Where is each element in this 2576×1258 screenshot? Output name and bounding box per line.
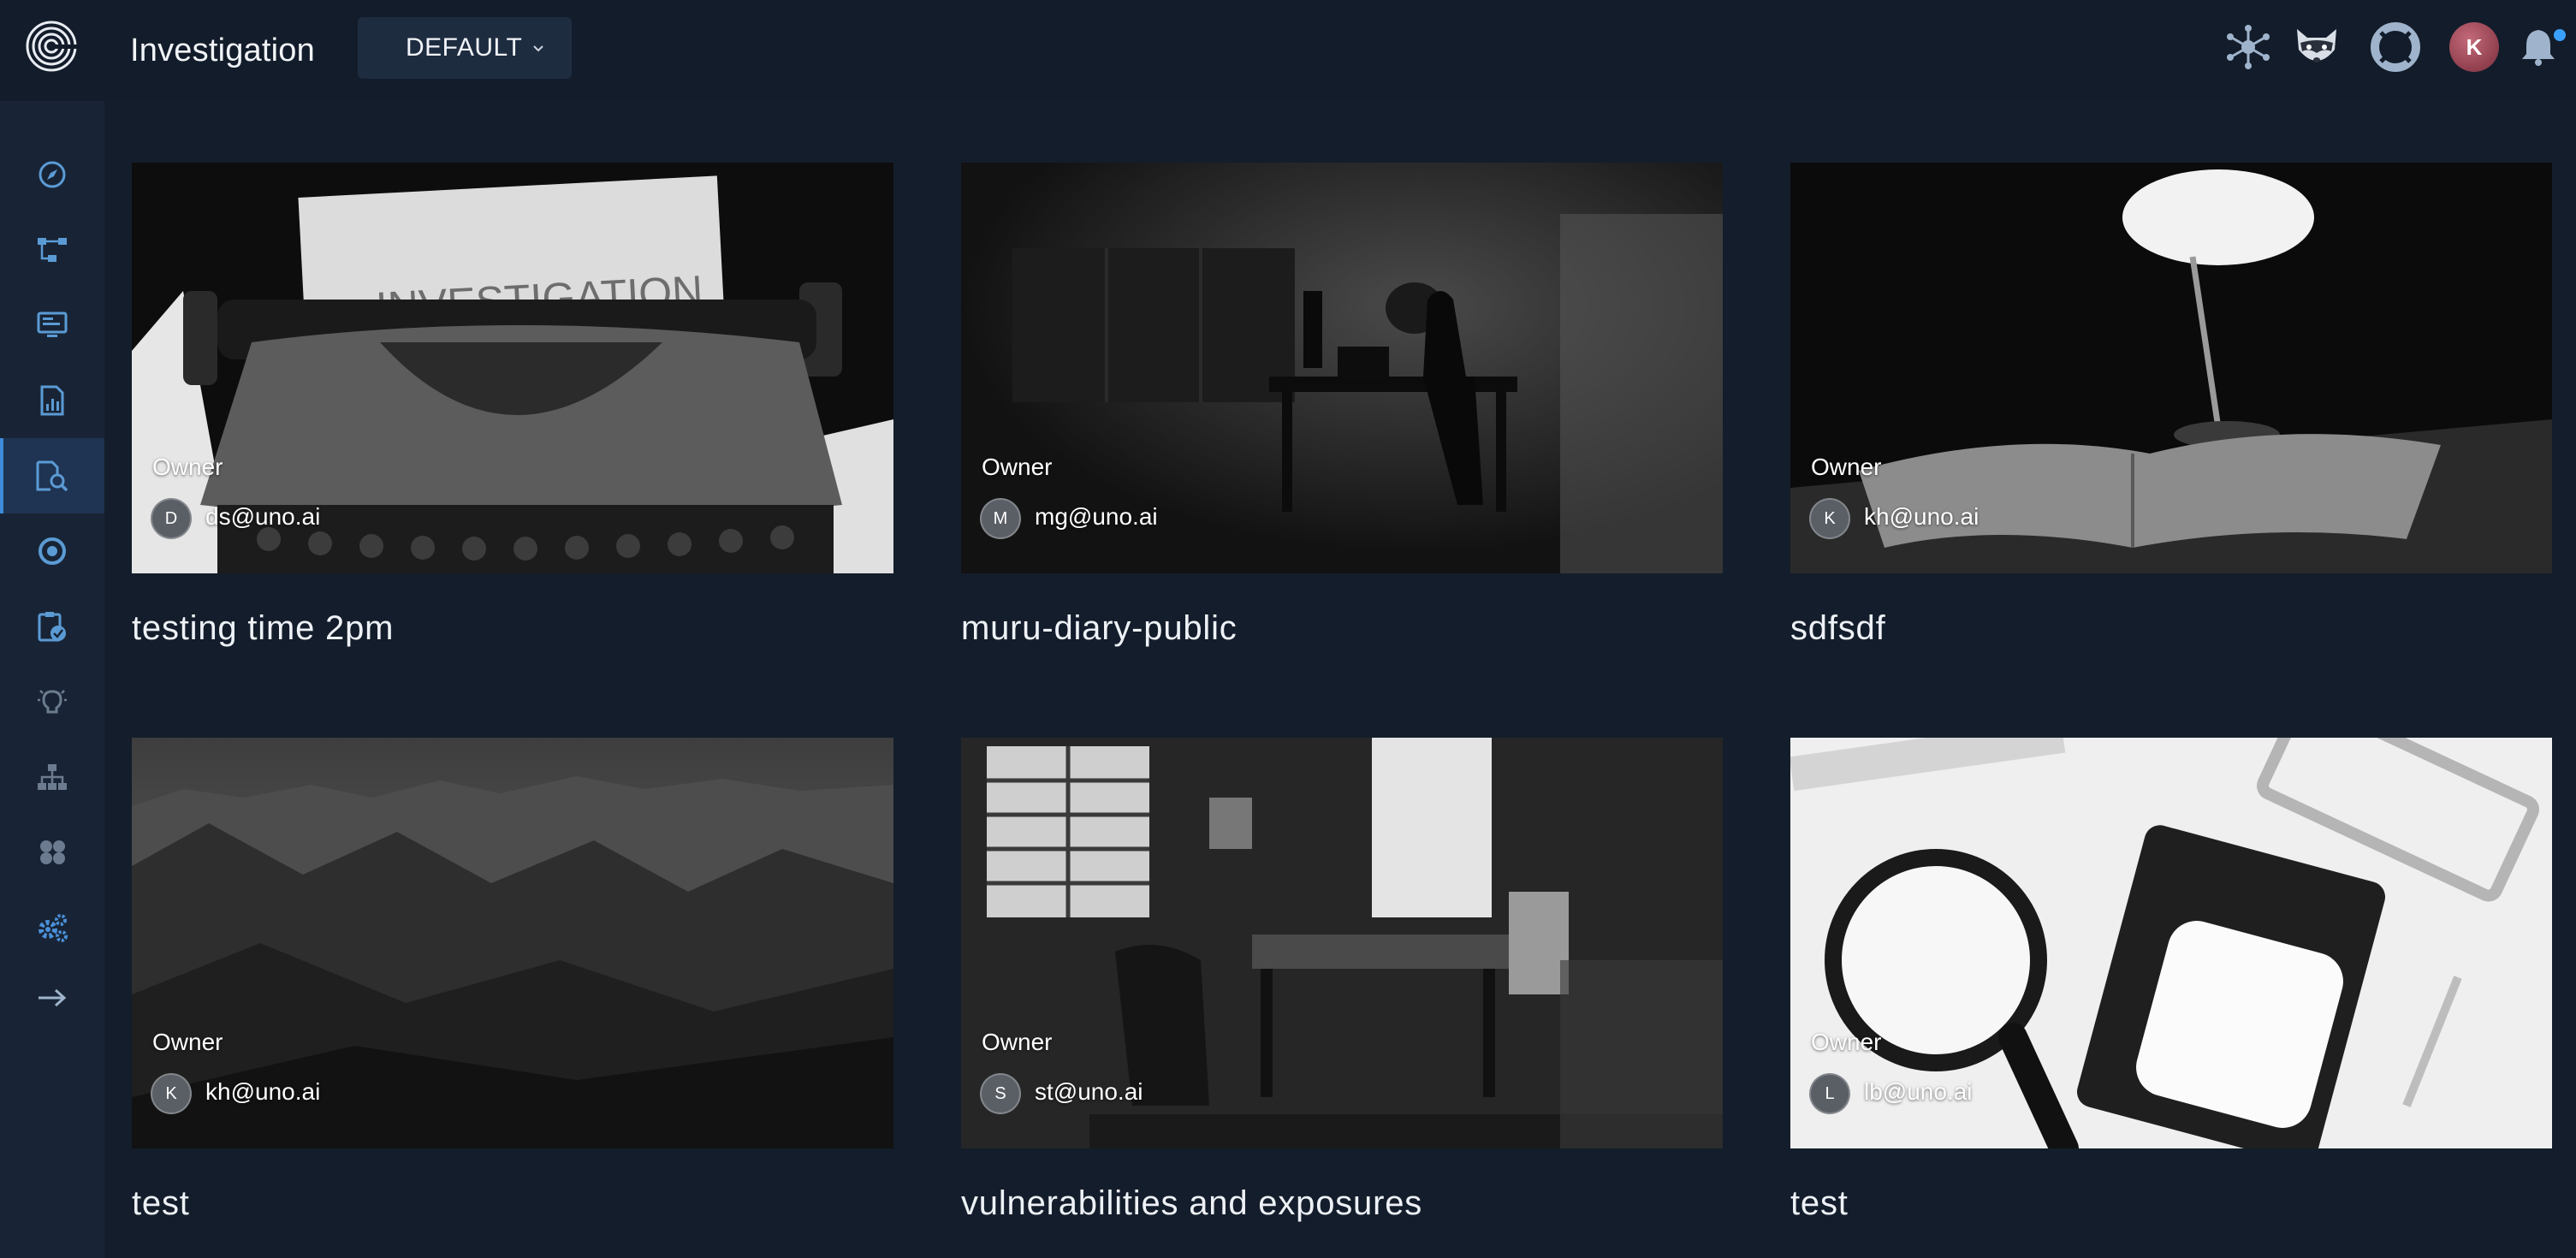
graph-network-icon[interactable] <box>2222 21 2275 74</box>
sidebar <box>0 101 104 1258</box>
owner-email: mg@uno.ai <box>1035 503 1158 530</box>
owner-avatar: K <box>151 1073 192 1114</box>
owner-label: Owner <box>152 454 223 480</box>
workspace-select[interactable]: DEFAULT <box>358 17 572 79</box>
notification-badge <box>2554 29 2566 41</box>
investigation-card[interactable]: Owner S st@uno.ai <box>961 738 1723 1148</box>
expand-arrow-icon <box>39 988 67 1007</box>
card-title[interactable]: test <box>1790 1184 1849 1223</box>
owner-label: Owner <box>982 1029 1053 1055</box>
sidebar-item-monitor[interactable] <box>0 288 104 363</box>
hierarchy-icon <box>38 764 67 790</box>
sidebar-item-tasks[interactable] <box>0 589 104 664</box>
chevron-down-icon <box>533 45 543 52</box>
monitor-icon <box>37 312 68 337</box>
card-title[interactable]: test <box>132 1184 190 1223</box>
owner-email: st@uno.ai <box>1035 1078 1143 1105</box>
investigation-icon <box>36 460 68 491</box>
investigation-card[interactable]: Owner M mg@uno.ai <box>961 163 1723 573</box>
compass-icon <box>39 161 66 188</box>
investigation-card[interactable]: Owner K kh@uno.ai <box>1790 163 2552 573</box>
top-header: Investigation DEFAULT K <box>0 0 2576 101</box>
owner-label: Owner <box>152 1029 223 1055</box>
owner-label: Owner <box>1811 454 1882 480</box>
investigation-card[interactable]: Owner L lb@uno.ai <box>1790 738 2552 1148</box>
raccoon-mascot-icon[interactable] <box>2290 21 2343 74</box>
owner-avatar: K <box>1809 498 1850 539</box>
sidebar-item-hierarchy[interactable] <box>0 739 104 815</box>
sidebar-item-insights[interactable] <box>0 664 104 739</box>
cubes-icon <box>40 840 65 864</box>
bell-icon[interactable] <box>2514 21 2562 74</box>
settings-gears-icon <box>39 914 68 942</box>
sidebar-item-report[interactable] <box>0 363 104 438</box>
report-icon <box>40 385 64 416</box>
user-avatar[interactable]: K <box>2449 22 2499 72</box>
sidebar-item-modules[interactable] <box>0 815 104 890</box>
card-title[interactable]: vulnerabilities and exposures <box>961 1184 1422 1223</box>
workflow-icon <box>38 238 67 262</box>
sidebar-item-investigation[interactable] <box>0 438 104 513</box>
owner-email: kh@uno.ai <box>1864 503 1979 530</box>
owner-avatar: D <box>151 498 192 539</box>
sidebar-item-settings[interactable] <box>0 890 104 965</box>
owner-email: kh@uno.ai <box>205 1078 321 1105</box>
card-title[interactable]: sdfsdf <box>1790 609 1886 648</box>
investigation-card[interactable]: INVESTIGATION Owner D ds@uno.ai <box>132 163 893 573</box>
app-logo-icon[interactable] <box>24 19 79 74</box>
sidebar-item-workflow[interactable] <box>0 212 104 288</box>
owner-avatar: L <box>1809 1073 1850 1114</box>
owner-avatar: S <box>980 1073 1021 1114</box>
owner-label: Owner <box>982 454 1053 480</box>
clipboard-check-icon <box>38 612 66 642</box>
sidebar-item-threat[interactable] <box>0 513 104 589</box>
workspace-select-value: DEFAULT <box>406 33 523 62</box>
sidebar-expand-button[interactable] <box>0 960 104 1035</box>
card-title[interactable]: testing time 2pm <box>132 609 394 648</box>
sidebar-item-compass[interactable] <box>0 137 104 212</box>
owner-email: ds@uno.ai <box>205 503 321 530</box>
investigation-card[interactable]: Owner K kh@uno.ai <box>132 738 893 1148</box>
threat-icon <box>39 537 66 565</box>
page-title: Investigation <box>130 33 315 68</box>
card-title[interactable]: muru-diary-public <box>961 609 1238 648</box>
owner-label: Owner <box>1811 1029 1882 1055</box>
help-lifebuoy-icon[interactable] <box>2369 21 2422 74</box>
lightbulb-icon <box>38 690 67 714</box>
owner-email: lb@uno.ai <box>1864 1078 1973 1105</box>
owner-avatar: M <box>980 498 1021 539</box>
